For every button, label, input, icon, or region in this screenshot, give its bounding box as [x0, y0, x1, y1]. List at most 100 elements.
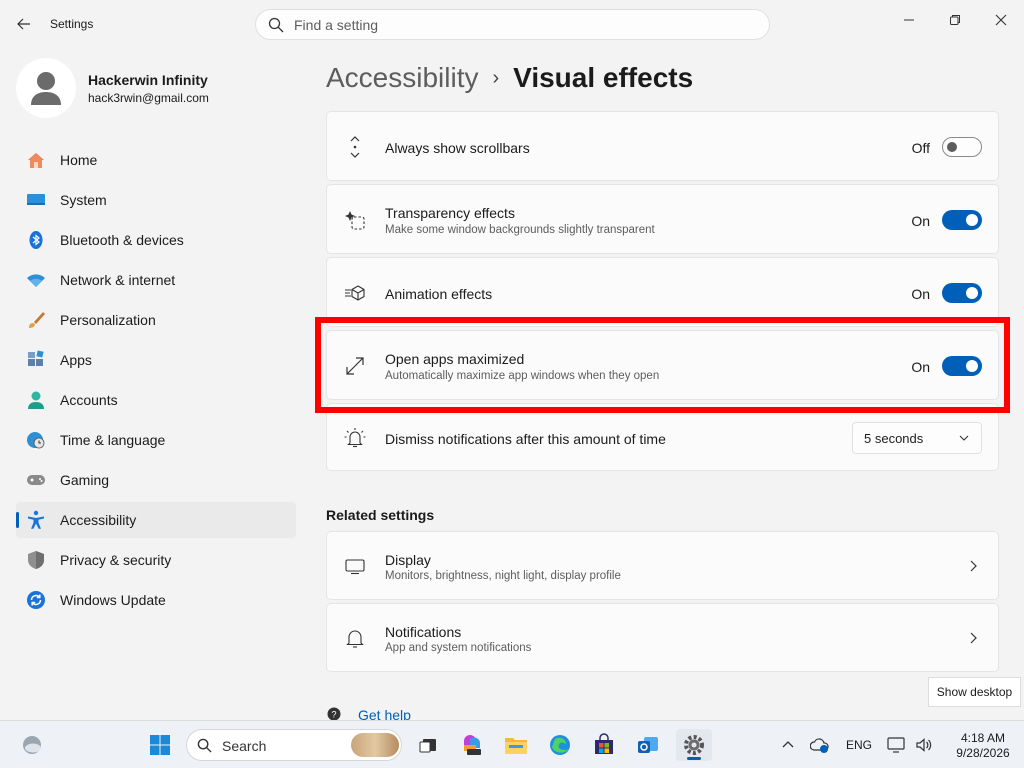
- taskbar-search-label: Search: [222, 738, 267, 754]
- settings-app[interactable]: [676, 729, 712, 761]
- scroll-arrows-icon: [343, 135, 367, 159]
- gear-icon: [684, 735, 704, 755]
- active-app-indicator: [687, 757, 701, 760]
- chevron-right-icon: [970, 560, 977, 572]
- volume-tray-button[interactable]: [910, 729, 938, 761]
- back-button[interactable]: [10, 10, 38, 38]
- edge-app[interactable]: [544, 729, 576, 761]
- chevron-right-icon: [970, 632, 977, 644]
- page-title: Visual effects: [513, 62, 694, 93]
- wifi-icon: [26, 270, 46, 290]
- restore-button[interactable]: [932, 4, 978, 36]
- network-tray-button[interactable]: [882, 729, 910, 761]
- task-view-icon: [419, 739, 436, 753]
- close-button[interactable]: [978, 4, 1024, 36]
- sidebar-item-accessibility[interactable]: Accessibility: [16, 502, 296, 538]
- shield-icon: [26, 550, 46, 570]
- search-box[interactable]: [255, 9, 770, 40]
- related-notifications[interactable]: Notifications App and system notificatio…: [326, 603, 999, 672]
- sidebar-item-network[interactable]: Network & internet: [16, 262, 296, 298]
- sidebar-item-gaming[interactable]: Gaming: [16, 462, 296, 498]
- m365-icon: [464, 735, 481, 755]
- clock-date: 9/28/2026: [956, 746, 1010, 760]
- apps-icon: [26, 350, 46, 370]
- transparency-sparkle-icon: [343, 208, 367, 232]
- brush-icon: [26, 310, 46, 330]
- sidebar-item-personalization[interactable]: Personalization: [16, 302, 296, 338]
- sidebar-item-label: System: [60, 192, 107, 208]
- onedrive-tray-button[interactable]: [806, 729, 834, 761]
- file-explorer-app[interactable]: [500, 729, 532, 761]
- sidebar-item-time-language[interactable]: Time & language: [16, 422, 296, 458]
- setting-title: Notifications: [385, 624, 462, 640]
- weather-widget[interactable]: [16, 729, 48, 761]
- weather-cloud-icon: [23, 736, 41, 754]
- user-profile[interactable]: Hackerwin Infinity hack3rwin@gmail.com: [16, 58, 296, 118]
- store-icon: [595, 733, 613, 754]
- monitor-icon: [343, 554, 367, 578]
- taskbar-clock[interactable]: 4:18 AM 9/28/2026: [946, 731, 1020, 761]
- scrollbars-toggle[interactable]: [942, 137, 982, 157]
- outlook-icon: [638, 737, 658, 753]
- show-desktop-tooltip: Show desktop: [928, 677, 1021, 707]
- animation-icon: [343, 281, 367, 305]
- setting-description: App and system notifications: [385, 642, 532, 654]
- sidebar-item-home[interactable]: Home: [16, 142, 296, 178]
- setting-title: Display: [385, 552, 431, 568]
- notification-timer-icon: [343, 426, 367, 450]
- minimize-button[interactable]: [886, 4, 932, 36]
- toggle-state-label: Off: [911, 140, 930, 156]
- transparency-toggle[interactable]: [942, 210, 982, 230]
- show-hidden-icons-button[interactable]: [774, 729, 802, 761]
- close-icon: [995, 14, 1007, 26]
- taskbar-search[interactable]: Search: [186, 729, 402, 761]
- user-silhouette-icon: [31, 72, 61, 105]
- update-icon: [26, 590, 46, 610]
- sidebar-item-label: Home: [60, 152, 98, 168]
- setting-always-show-scrollbars: Always show scrollbars Off: [326, 111, 999, 181]
- sidebar-item-accounts[interactable]: Accounts: [16, 382, 296, 418]
- highlight-box: [315, 317, 1010, 413]
- sidebar-item-privacy[interactable]: Privacy & security: [16, 542, 296, 578]
- sidebar-item-label: Windows Update: [60, 592, 166, 608]
- home-icon: [26, 150, 46, 170]
- search-highlight-image: [351, 733, 399, 757]
- breadcrumb-parent[interactable]: Accessibility: [326, 62, 478, 94]
- sidebar-item-system[interactable]: System: [16, 182, 296, 218]
- language-indicator[interactable]: ENG: [846, 738, 872, 752]
- search-icon: [197, 738, 212, 753]
- sidebar-item-windows-update[interactable]: Windows Update: [16, 582, 296, 618]
- animation-toggle[interactable]: [942, 283, 982, 303]
- breadcrumb: Accessibility › Visual effects: [326, 58, 693, 98]
- task-view-button[interactable]: [412, 729, 444, 761]
- user-name: Hackerwin Infinity: [88, 72, 208, 88]
- start-button[interactable]: [144, 729, 176, 761]
- m365-app[interactable]: [456, 729, 488, 761]
- setting-title: Always show scrollbars: [385, 140, 530, 156]
- sidebar-item-label: Time & language: [60, 432, 166, 448]
- sidebar-item-label: Gaming: [60, 472, 110, 488]
- setting-transparency-effects: Transparency effects Make some window ba…: [326, 184, 999, 254]
- arrow-left-icon: [17, 18, 30, 30]
- outlook-app[interactable]: [632, 729, 664, 761]
- app-title: Settings: [50, 17, 94, 31]
- sidebar-item-label: Personalization: [60, 312, 156, 328]
- sidebar-item-label: Network & internet: [60, 272, 176, 288]
- breadcrumb-separator: ›: [492, 66, 500, 89]
- setting-title: Transparency effects: [385, 205, 515, 221]
- system-icon: [26, 190, 46, 210]
- related-settings-heading: Related settings: [326, 507, 435, 523]
- title-bar: Settings: [0, 0, 1024, 48]
- sidebar-item-apps[interactable]: Apps: [16, 342, 296, 378]
- setting-title: Animation effects: [385, 286, 493, 302]
- sidebar-item-bluetooth[interactable]: Bluetooth & devices: [16, 222, 296, 258]
- setting-description: Monitors, brightness, night light, displ…: [385, 570, 621, 582]
- chevron-up-icon: [782, 741, 794, 748]
- sidebar-item-label: Privacy & security: [60, 552, 172, 568]
- search-input[interactable]: [294, 10, 754, 39]
- windows-logo-icon: [150, 735, 170, 755]
- store-app[interactable]: [588, 729, 620, 761]
- dismiss-duration-dropdown[interactable]: 5 seconds: [852, 422, 982, 454]
- related-display[interactable]: Display Monitors, brightness, night ligh…: [326, 531, 999, 600]
- toggle-state-label: On: [911, 286, 930, 302]
